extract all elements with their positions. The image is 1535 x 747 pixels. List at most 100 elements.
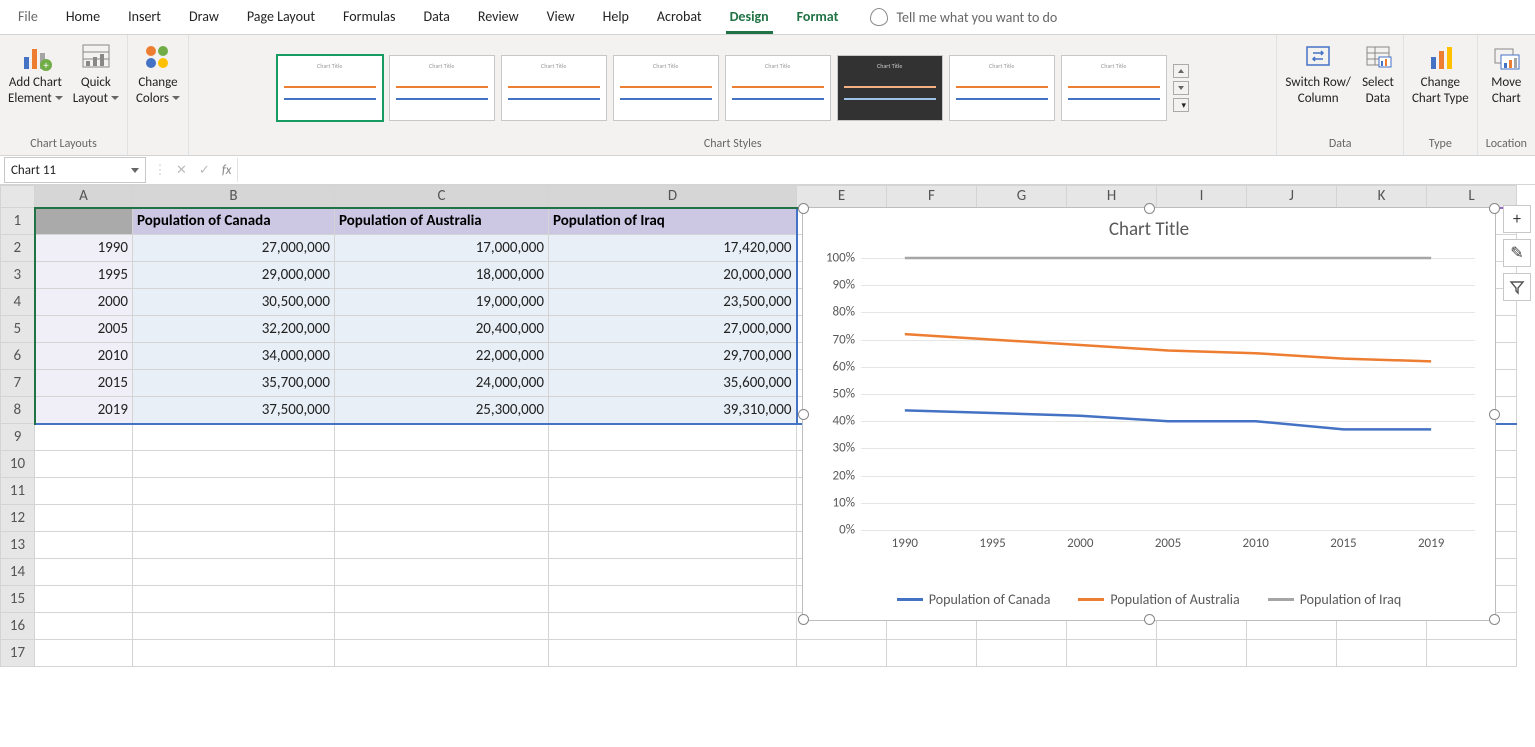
- cell-E17[interactable]: [797, 640, 887, 667]
- cell-A1[interactable]: [35, 208, 133, 235]
- row-header-9[interactable]: 9: [1, 424, 35, 451]
- cell-J17[interactable]: [1247, 640, 1337, 667]
- col-header-B[interactable]: B: [133, 186, 335, 208]
- cell-H17[interactable]: [1067, 640, 1157, 667]
- enter-formula-icon[interactable]: ✓: [199, 163, 210, 178]
- cell-B3[interactable]: 29,000,000: [133, 262, 335, 289]
- resize-handle[interactable]: [1144, 203, 1155, 214]
- cell-C14[interactable]: [335, 559, 549, 586]
- tab-review[interactable]: Review: [464, 0, 533, 34]
- name-box[interactable]: Chart 11: [4, 157, 146, 183]
- col-header-H[interactable]: H: [1067, 186, 1157, 208]
- tab-formulas[interactable]: Formulas: [329, 0, 409, 34]
- cell-C11[interactable]: [335, 478, 549, 505]
- legend-item[interactable]: Population of Iraq: [1268, 591, 1402, 608]
- row-header-8[interactable]: 8: [1, 397, 35, 424]
- cell-C12[interactable]: [335, 505, 549, 532]
- cell-D3[interactable]: 20,000,000: [549, 262, 797, 289]
- tab-help[interactable]: Help: [589, 0, 643, 34]
- col-header-J[interactable]: J: [1247, 186, 1337, 208]
- cell-C5[interactable]: 20,400,000: [335, 316, 549, 343]
- cell-D10[interactable]: [549, 451, 797, 478]
- cell-A10[interactable]: [35, 451, 133, 478]
- col-header-C[interactable]: C: [335, 186, 549, 208]
- resize-handle[interactable]: [1489, 409, 1500, 420]
- cell-B11[interactable]: [133, 478, 335, 505]
- cell-D8[interactable]: 39,310,000: [549, 397, 797, 424]
- plot-area[interactable]: 0%10%20%30%40%50%60%70%80%90%100% 199019…: [861, 258, 1475, 530]
- change-chart-type-button[interactable]: Change Chart Type: [1412, 39, 1469, 106]
- row-header-15[interactable]: 15: [1, 586, 35, 613]
- col-header-I[interactable]: I: [1157, 186, 1247, 208]
- resize-handle[interactable]: [798, 409, 809, 420]
- tab-data[interactable]: Data: [409, 0, 463, 34]
- row-header-17[interactable]: 17: [1, 640, 35, 667]
- row-header-12[interactable]: 12: [1, 505, 35, 532]
- cell-C13[interactable]: [335, 532, 549, 559]
- chart-style-7[interactable]: Chart Title: [949, 55, 1055, 121]
- styles-more[interactable]: ▾: [1173, 98, 1189, 112]
- row-header-1[interactable]: 1: [1, 208, 35, 235]
- cell-D6[interactable]: 29,700,000: [549, 343, 797, 370]
- cell-D17[interactable]: [549, 640, 797, 667]
- row-header-10[interactable]: 10: [1, 451, 35, 478]
- cell-G17[interactable]: [977, 640, 1067, 667]
- row-header-6[interactable]: 6: [1, 343, 35, 370]
- cell-A9[interactable]: [35, 424, 133, 451]
- cell-B5[interactable]: 32,200,000: [133, 316, 335, 343]
- chart-elements-button[interactable]: +: [1503, 205, 1531, 233]
- cell-D5[interactable]: 27,000,000: [549, 316, 797, 343]
- cell-C10[interactable]: [335, 451, 549, 478]
- cell-C1[interactable]: Population of Australia: [335, 208, 549, 235]
- styles-scroll-up[interactable]: [1173, 64, 1189, 78]
- cell-A3[interactable]: 1995: [35, 262, 133, 289]
- resize-handle[interactable]: [1489, 203, 1500, 214]
- legend-item[interactable]: Population of Canada: [897, 591, 1051, 608]
- cell-D16[interactable]: [549, 613, 797, 640]
- cell-D11[interactable]: [549, 478, 797, 505]
- cell-A4[interactable]: 2000: [35, 289, 133, 316]
- cell-D13[interactable]: [549, 532, 797, 559]
- row-header-4[interactable]: 4: [1, 289, 35, 316]
- chart-style-4[interactable]: Chart Title: [613, 55, 719, 121]
- tab-page-layout[interactable]: Page Layout: [233, 0, 329, 34]
- row-header-3[interactable]: 3: [1, 262, 35, 289]
- resize-handle[interactable]: [1489, 614, 1500, 625]
- cell-A11[interactable]: [35, 478, 133, 505]
- series-line[interactable]: [905, 334, 1431, 361]
- cell-B15[interactable]: [133, 586, 335, 613]
- cell-C17[interactable]: [335, 640, 549, 667]
- chart-style-8[interactable]: Chart Title: [1061, 55, 1167, 121]
- row-header-14[interactable]: 14: [1, 559, 35, 586]
- row-header-7[interactable]: 7: [1, 370, 35, 397]
- move-chart-button[interactable]: Move Chart: [1489, 39, 1523, 106]
- cell-C16[interactable]: [335, 613, 549, 640]
- chart-filter-button[interactable]: [1503, 273, 1531, 301]
- cell-A2[interactable]: 1990: [35, 235, 133, 262]
- cancel-formula-icon[interactable]: ✕: [176, 163, 187, 178]
- chart-style-6[interactable]: Chart Title: [837, 55, 943, 121]
- tab-acrobat[interactable]: Acrobat: [643, 0, 716, 34]
- cell-A6[interactable]: 2010: [35, 343, 133, 370]
- tab-design[interactable]: Design: [716, 0, 783, 34]
- cell-A12[interactable]: [35, 505, 133, 532]
- chart-style-5[interactable]: Chart Title: [725, 55, 831, 121]
- styles-scroll-down[interactable]: [1173, 81, 1189, 95]
- row-header-16[interactable]: 16: [1, 613, 35, 640]
- chart-styles-button[interactable]: ✎: [1503, 239, 1531, 267]
- tab-file[interactable]: File: [4, 0, 52, 34]
- cell-B14[interactable]: [133, 559, 335, 586]
- cell-A17[interactable]: [35, 640, 133, 667]
- cell-K17[interactable]: [1337, 640, 1427, 667]
- resize-handle[interactable]: [1144, 614, 1155, 625]
- chart-style-3[interactable]: Chart Title: [501, 55, 607, 121]
- col-header-G[interactable]: G: [977, 186, 1067, 208]
- cell-B6[interactable]: 34,000,000: [133, 343, 335, 370]
- tell-me[interactable]: Tell me what you want to do: [870, 8, 1057, 26]
- col-header-K[interactable]: K: [1337, 186, 1427, 208]
- cell-B13[interactable]: [133, 532, 335, 559]
- cell-A16[interactable]: [35, 613, 133, 640]
- cell-F17[interactable]: [887, 640, 977, 667]
- select-data-button[interactable]: Select Data: [1361, 39, 1395, 106]
- select-all-cell[interactable]: [1, 186, 35, 208]
